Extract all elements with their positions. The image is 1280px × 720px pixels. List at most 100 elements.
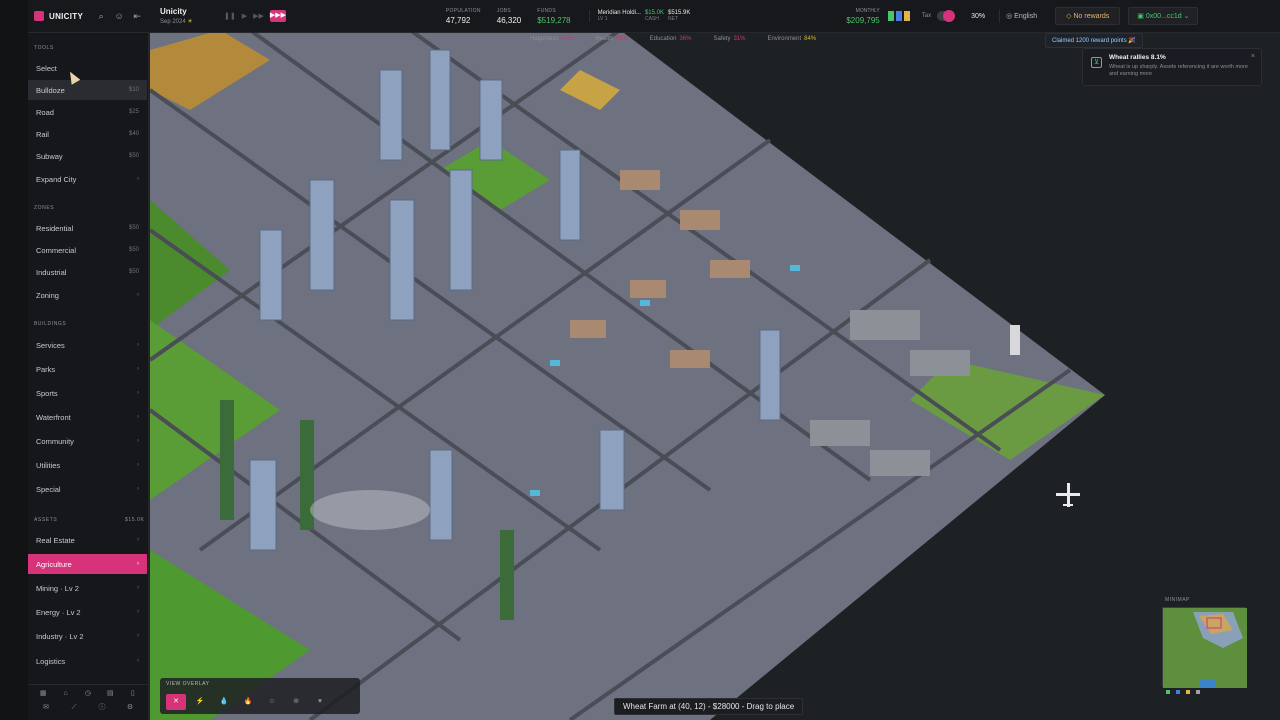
users-icon[interactable]: ☺ <box>114 11 124 21</box>
metric-education-value: 36% <box>679 36 692 42</box>
funds-value: $519,278 <box>537 15 571 25</box>
building-waterfront[interactable]: Waterfront › <box>28 407 147 427</box>
fast-forward-icon[interactable]: ▶▶ <box>253 12 264 20</box>
chevron-right-icon: › <box>137 366 139 372</box>
overlay-power-button[interactable]: ⚡ <box>190 694 210 710</box>
zone-residential[interactable]: Residential $50 <box>28 218 147 238</box>
city-stats: POPULATION 47,792 JOBS 46,320 FUNDS $519… <box>446 8 571 25</box>
monthly-value: $209,795 <box>846 15 880 25</box>
search-icon[interactable]: ⌕ <box>96 11 106 21</box>
collapse-icon[interactable]: ⇤ <box>132 11 142 21</box>
legend-commercial-swatch <box>1176 690 1180 694</box>
app-name: UNICITY <box>49 11 84 21</box>
city-map[interactable] <box>150 30 1280 720</box>
asset-label: Industry · Lv 2 <box>36 631 84 641</box>
tool-label: Subway <box>36 151 63 161</box>
trend-icon[interactable]: ⟋ <box>69 703 79 713</box>
building-services[interactable]: Services › <box>28 335 147 355</box>
minimap[interactable]: MINIMAP <box>1162 597 1250 695</box>
company-summary[interactable]: Meridian Holdi... LV 1 $15.0K CASH $515.… <box>588 10 690 22</box>
zone-cost: $50 <box>128 225 139 231</box>
tool-subway[interactable]: Subway $50 <box>28 146 147 166</box>
zones-section-title: ZONES <box>34 205 55 211</box>
language-label: English <box>1014 13 1038 20</box>
overlay-water-button[interactable]: 💧 <box>214 694 234 710</box>
book-icon[interactable]: ▯ <box>128 689 138 699</box>
building-special[interactable]: Special › <box>28 479 147 499</box>
city-map-render[interactable] <box>150 30 1280 720</box>
tool-bulldoze[interactable]: Bulldoze $10 <box>28 80 147 100</box>
overlay-health-button[interactable]: ⊕ <box>286 694 306 710</box>
tool-cost: $50 <box>128 153 139 159</box>
wallet-button[interactable]: ▣ 0x00...cc1d ⌄ <box>1128 7 1199 25</box>
overlay-safety-button[interactable]: ♥ <box>310 694 330 710</box>
tool-rail[interactable]: Rail $40 <box>28 124 147 144</box>
asset-industry[interactable]: Industry · Lv 2 › <box>28 626 147 646</box>
monthly-label: MONTHLY <box>855 7 880 14</box>
tool-label: Select <box>36 63 57 73</box>
rewards-icon: ◇ <box>1066 13 1072 20</box>
game-screen: UNICITY ⌕ ☺ ⇤ Unicity Sep 2024 ☀ ❚❚ ▶ ▶▶… <box>0 0 1280 720</box>
minimap-label: MINIMAP <box>1165 597 1190 603</box>
metric-health-label: Health <box>595 36 613 42</box>
tool-label: Rail <box>36 129 49 139</box>
tool-road[interactable]: Road $25 <box>28 102 147 122</box>
tool-expand-city[interactable]: Expand City › <box>28 169 147 189</box>
building-label: Special <box>36 484 61 494</box>
bank-icon[interactable]: ⌂ <box>61 689 71 699</box>
zone-commercial[interactable]: Commercial $50 <box>28 240 147 260</box>
play-icon[interactable]: ▶ <box>242 12 247 20</box>
language-selector[interactable]: ◎ English <box>999 9 1043 23</box>
building-sports[interactable]: Sports › <box>28 383 147 403</box>
brand-actions: ⌕ ☺ ⇤ <box>96 11 142 21</box>
tool-cost: $10 <box>128 87 139 93</box>
info-icon[interactable]: ⓘ <box>97 703 107 713</box>
minimap-view[interactable] <box>1162 607 1247 688</box>
window-edge <box>0 0 28 720</box>
asset-logistics[interactable]: Logistics › <box>28 651 147 671</box>
metric-safety-value: 31% <box>733 36 746 42</box>
view-overlay-label: VIEW OVERLAY <box>166 681 210 687</box>
chevron-right-icon: › <box>137 486 139 492</box>
metric-happiness: Happiness 47% <box>530 36 573 42</box>
notification-title: Wheat rallies 8.1% <box>1109 54 1166 61</box>
close-icon[interactable]: × <box>1251 53 1255 60</box>
tax-slider[interactable] <box>937 10 956 22</box>
building-label: Community <box>36 436 74 446</box>
building-community[interactable]: Community › <box>28 431 147 451</box>
tool-select[interactable]: Select <box>28 58 147 78</box>
view-overlay-buttons: ✕ ⚡ 💧 🔥 ☺ ⊕ ♥ <box>166 694 330 710</box>
building-parks[interactable]: Parks › <box>28 359 147 379</box>
zone-zoning[interactable]: Zoning › <box>28 285 147 305</box>
company-name-block: Meridian Holdi... LV 1 <box>598 10 641 22</box>
overlay-happiness-button[interactable]: ☺ <box>262 694 282 710</box>
metric-safety: Safety 31% <box>713 36 745 42</box>
asset-label: Energy · Lv 2 <box>36 607 81 617</box>
overlay-none-button[interactable]: ✕ <box>166 694 186 710</box>
clock-icon[interactable]: ◷ <box>83 689 93 699</box>
rewards-button[interactable]: ◇ No rewards <box>1055 7 1121 25</box>
building-utilities[interactable]: Utilities › <box>28 455 147 475</box>
sidebar-footer: ▦ ⌂ ◷ ▤ ▯ ✉ ⟋ ⓘ ⚙ <box>28 684 148 720</box>
industrial-demand-bar <box>903 11 910 21</box>
pause-icon[interactable]: ❚❚ <box>224 12 236 20</box>
fastest-speed-button[interactable]: ▶▶▶ <box>269 10 286 22</box>
chevron-right-icon: › <box>137 658 139 664</box>
wallet-address: 0x00...cc1d <box>1145 13 1182 20</box>
zone-label: Residential <box>36 223 74 233</box>
grid-icon[interactable]: ▦ <box>38 689 48 699</box>
settings-icon[interactable]: ⚙ <box>125 703 135 713</box>
mail-icon[interactable]: ✉ <box>41 703 51 713</box>
market-notification: ⊻ Wheat rallies 8.1% Wheat is up sharply… <box>1082 48 1262 86</box>
building-label: Parks <box>36 364 56 374</box>
zone-industrial[interactable]: Industrial $50 <box>28 262 147 282</box>
metric-happiness-label: Happiness <box>530 36 559 42</box>
asset-real-estate[interactable]: Real Estate › <box>28 530 147 550</box>
overlay-fire-button[interactable]: 🔥 <box>238 694 258 710</box>
metric-health: Health 41% <box>595 36 627 42</box>
asset-energy[interactable]: Energy · Lv 2 › <box>28 602 147 622</box>
asset-agriculture[interactable]: Agriculture › <box>28 554 147 574</box>
assets-section-title: ASSETS <box>34 517 58 523</box>
chart-icon[interactable]: ▤ <box>105 689 115 699</box>
asset-mining[interactable]: Mining · Lv 2 › <box>28 578 147 598</box>
